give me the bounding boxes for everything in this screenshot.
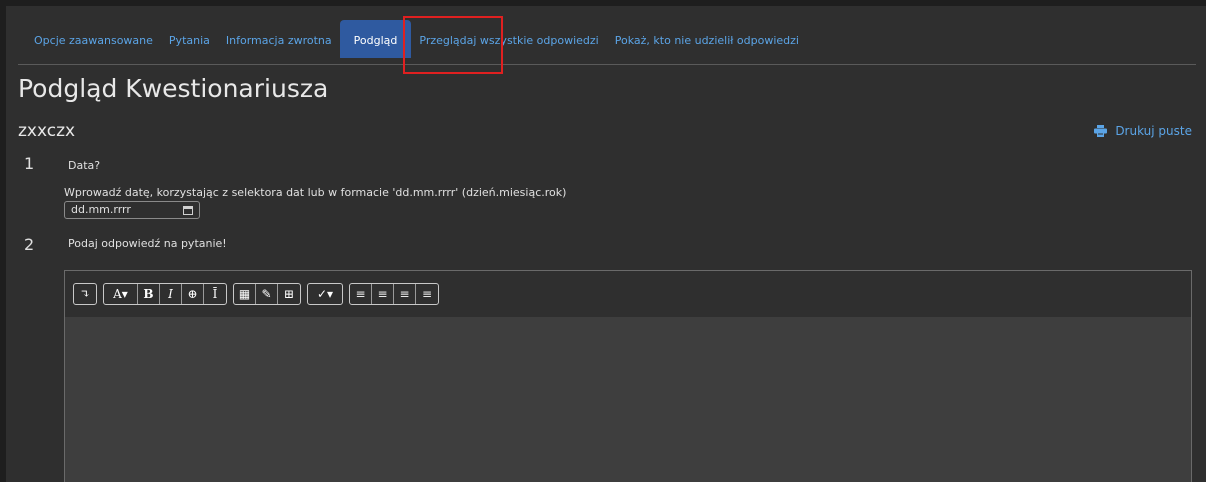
editor-toolbar: ↴ A▾ B I ⊕ Ī ▦ ✎ ⊞ ✓▾ ≡ ≡ ≡ ≡	[65, 271, 1191, 317]
tab-view-all-responses[interactable]: Przeglądaj wszystkie odpowiedzi	[411, 20, 606, 60]
tab-preview[interactable]: Podgląd	[339, 20, 412, 58]
question-2-text: Podaj odpowiedź na pytanie!	[68, 237, 227, 250]
toolbar-group-style: ✓▾	[307, 283, 343, 305]
tab-advanced-options[interactable]: Opcje zaawansowane	[18, 20, 161, 60]
toolbar-group-lists: ≡ ≡ ≡ ≡	[349, 283, 439, 305]
print-blank-link[interactable]: Drukuj puste	[1094, 124, 1192, 138]
question-1-text: Data?	[68, 159, 101, 172]
question-1-help: Wprowadź datę, korzystając z selektora d…	[64, 186, 567, 199]
toolbar-group-insert: ▦ ✎ ⊞	[233, 283, 301, 305]
find-icon[interactable]: ⊕	[182, 284, 204, 304]
tab-feedback[interactable]: Informacja zwrotna	[218, 20, 340, 60]
ordered-list-icon[interactable]: ≡	[372, 284, 394, 304]
outdent-icon[interactable]: ≡	[394, 284, 416, 304]
edit-icon[interactable]: ✎	[256, 284, 278, 304]
date-input[interactable]: dd.mm.rrrr	[64, 201, 200, 219]
printer-icon	[1094, 125, 1108, 137]
question-1-number: 1	[24, 154, 35, 173]
rich-text-editor: ↴ A▾ B I ⊕ Ī ▦ ✎ ⊞ ✓▾ ≡ ≡ ≡ ≡	[64, 270, 1192, 482]
tab-questions[interactable]: Pytania	[161, 20, 218, 60]
unordered-list-icon[interactable]: ≡	[350, 284, 372, 304]
toolbar-group-expand: ↴	[73, 283, 97, 305]
font-style-button[interactable]: A▾	[104, 284, 138, 304]
calendar-icon[interactable]	[183, 205, 193, 215]
calculator-icon[interactable]: ▦	[234, 284, 256, 304]
tab-show-non-respondents[interactable]: Pokaż, kto nie udzielił odpowiedzi	[607, 20, 807, 60]
brush-icon[interactable]: ✓▾	[308, 284, 342, 304]
date-input-placeholder: dd.mm.rrrr	[71, 203, 131, 216]
print-blank-label: Drukuj puste	[1115, 124, 1192, 138]
italic-button[interactable]: I	[160, 284, 182, 304]
cursor-icon[interactable]: Ī	[204, 284, 226, 304]
survey-name: zxxczx	[18, 121, 76, 141]
toolbar-group-format: A▾ B I ⊕ Ī	[103, 283, 227, 305]
question-2-number: 2	[24, 235, 35, 254]
table-icon[interactable]: ⊞	[278, 284, 300, 304]
page-title: Podgląd Kwestionariusza	[18, 74, 329, 103]
editor-content-area[interactable]	[65, 317, 1191, 482]
indent-icon[interactable]: ≡	[416, 284, 438, 304]
page: Opcje zaawansowane Pytania Informacja zw…	[6, 6, 1206, 482]
bold-button[interactable]: B	[138, 284, 160, 304]
tab-bar: Opcje zaawansowane Pytania Informacja zw…	[18, 20, 1196, 65]
expand-toolbar-button[interactable]: ↴	[74, 284, 96, 304]
